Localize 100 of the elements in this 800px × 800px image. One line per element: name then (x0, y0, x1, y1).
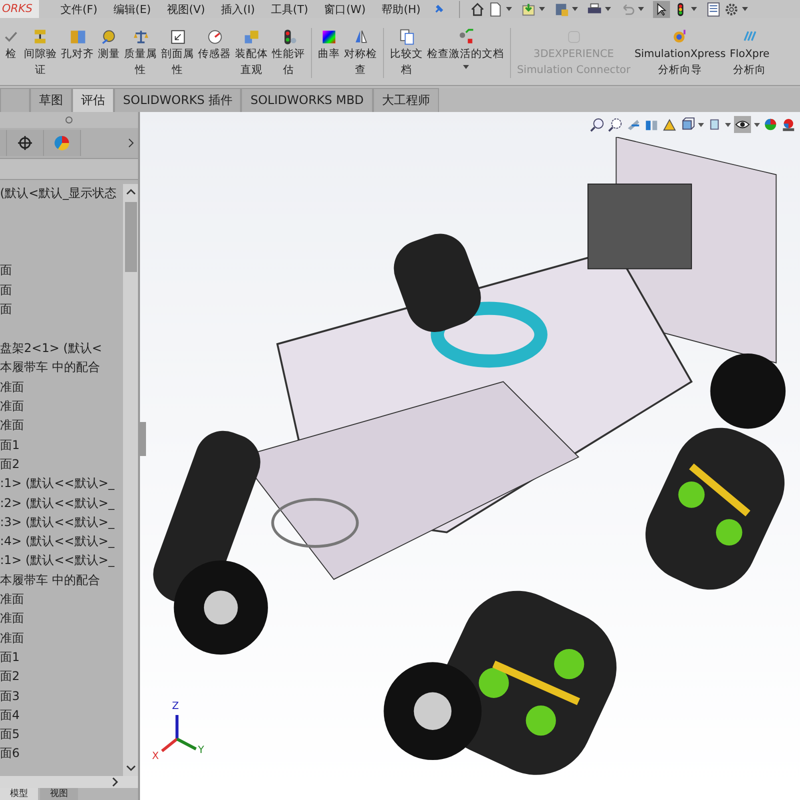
menu-item[interactable]: 工具(T) (270, 2, 308, 16)
command-tab[interactable]: SOLIDWORKS 插件 (114, 88, 242, 112)
tree-item[interactable]: 准面 (0, 609, 123, 629)
pin-icon[interactable] (432, 3, 445, 15)
menu-item[interactable]: 视图(V) (166, 2, 206, 16)
scrollbar[interactable] (123, 184, 138, 776)
list-icon[interactable] (706, 2, 721, 16)
tree-item[interactable]: 面5 (0, 725, 123, 744)
panel-tab[interactable] (7, 130, 44, 156)
scrollbar[interactable] (0, 776, 138, 788)
bottom-tab[interactable]: 视图 (40, 788, 78, 800)
compare-documents-icon (398, 28, 416, 46)
caret-icon[interactable] (538, 7, 545, 11)
caret-icon[interactable] (742, 7, 748, 11)
ribbon-button[interactable]: 测量 (96, 28, 122, 62)
menu-item[interactable]: 文件(F) (60, 2, 98, 16)
app-logo[interactable]: ORKS (0, 0, 38, 18)
eye-icon[interactable] (734, 116, 751, 133)
axis-label: X (152, 751, 159, 762)
gauge-icon (206, 28, 224, 46)
tree-item[interactable]: 面 (0, 261, 123, 281)
tree-item[interactable]: 准面 (0, 628, 123, 648)
caret-icon[interactable] (754, 122, 760, 126)
circle-icon[interactable] (65, 116, 73, 124)
tree-item[interactable]: 面1 (0, 436, 123, 455)
scroll-up-icon[interactable] (126, 188, 136, 196)
ribbon-button[interactable]: FloXpre 分析向 (728, 28, 772, 78)
menu-item[interactable]: 窗口(W) (324, 2, 366, 16)
caret-icon[interactable] (572, 7, 578, 11)
command-tab[interactable]: 草图 (30, 88, 72, 112)
ribbon-button[interactable]: 检 (0, 28, 22, 62)
curvature-icon (320, 28, 338, 46)
menu-item[interactable]: 帮助(H) (382, 2, 421, 16)
ribbon-button[interactable]: 对称检 查 (342, 28, 379, 78)
command-tab[interactable]: 评估 (72, 88, 114, 112)
appearance-icon[interactable] (763, 117, 778, 132)
tree-item[interactable]: :3> (默认<<默认>_ (0, 512, 123, 532)
command-tab[interactable]: 大工程师 (372, 88, 439, 112)
caret-icon[interactable] (638, 7, 644, 11)
tree-item[interactable]: 本履带车 中的配合 (0, 358, 123, 378)
ribbon-button[interactable]: SimulationXpress 分析向导 (632, 28, 728, 78)
bottom-tab[interactable]: 模型 (0, 788, 38, 800)
previous-view-icon[interactable] (626, 117, 641, 132)
tree-item[interactable]: 面2 (0, 667, 123, 687)
blocks-icon (242, 28, 260, 46)
tree-item[interactable]: 面2 (0, 454, 123, 474)
appearance-icon (54, 135, 70, 151)
chevron-right-icon[interactable] (128, 138, 134, 148)
caret-icon[interactable] (604, 7, 611, 11)
caret-icon[interactable] (690, 7, 697, 11)
ribbon-button[interactable]: 比较文 档 (388, 28, 425, 78)
tree-item[interactable]: 面6 (0, 744, 123, 764)
scrollbar-thumb[interactable] (124, 202, 136, 272)
ribbon-button[interactable]: 曲率 (316, 28, 342, 62)
panel-collapse-handle[interactable] (140, 422, 146, 456)
print-icon[interactable] (586, 2, 602, 16)
tree-item[interactable]: 面4 (0, 706, 123, 726)
scroll-down-icon[interactable] (126, 764, 136, 772)
dynamic-annotation-icon[interactable] (662, 117, 677, 132)
view-orientation-icon[interactable] (680, 117, 695, 132)
tree-item[interactable]: 面3 (0, 686, 123, 706)
tree-item[interactable]: :1> (默认<<默认>_ (0, 474, 123, 494)
tree-item[interactable]: :2> (默认<<默认>_ (0, 494, 123, 513)
tree-item[interactable]: 准面 (0, 590, 123, 610)
tree-item[interactable]: 本履带车 中的配合 (0, 570, 123, 590)
crosshair-icon (17, 135, 33, 151)
tree-item[interactable]: 面1 (0, 648, 123, 668)
ribbon-button[interactable]: 孔对齐 (59, 28, 96, 62)
home-icon[interactable] (470, 2, 485, 16)
command-tab[interactable]: SOLIDWORKS MBD (241, 88, 373, 112)
caret-icon[interactable] (725, 122, 731, 126)
ribbon-button[interactable]: 质量属 性 (122, 28, 159, 78)
tree-item[interactable]: 准面 (0, 416, 123, 436)
caret-icon[interactable] (698, 122, 704, 126)
open-document-icon[interactable] (520, 2, 536, 16)
caret-icon[interactable] (506, 7, 512, 11)
tree-item[interactable]: :4> (默认<<默认>_ (0, 532, 123, 552)
scene-icon[interactable] (781, 117, 796, 132)
menu-item[interactable]: 插入(I) (221, 2, 255, 16)
ribbon-button[interactable]: 性能评 估 (270, 28, 307, 78)
axis-label: Z (172, 701, 179, 712)
caret-icon[interactable] (462, 65, 468, 69)
ribbon-button[interactable]: 间隙验 证 (22, 28, 59, 78)
menu-item[interactable]: 编辑(E) (113, 2, 151, 16)
ribbon-button[interactable]: 剖面属 性 (159, 28, 196, 78)
zoom-area-icon[interactable] (608, 117, 623, 132)
zoom-fit-icon[interactable] (590, 117, 605, 132)
scroll-right-icon[interactable] (112, 777, 118, 787)
settings-icon[interactable] (724, 2, 739, 16)
tree-item[interactable]: 面 (0, 300, 123, 320)
save-icon[interactable] (554, 2, 569, 16)
tree-item[interactable]: 准面 (0, 397, 123, 416)
ribbon-button[interactable]: 传感器 (196, 28, 233, 62)
ribbon-button[interactable]: 装配体 直观 (233, 28, 270, 78)
tree-item[interactable]: (默认<默认_显示状态 (0, 184, 123, 204)
ribbon-button[interactable]: 检查激活的文档 (425, 28, 506, 69)
tree-item[interactable]: 面 (0, 280, 123, 300)
tree-item[interactable]: :1> (默认<<默认>_ (0, 551, 123, 571)
tree-item[interactable]: 盘架2<1> (默认< (0, 339, 123, 358)
tree-item[interactable]: 准面 (0, 378, 123, 398)
